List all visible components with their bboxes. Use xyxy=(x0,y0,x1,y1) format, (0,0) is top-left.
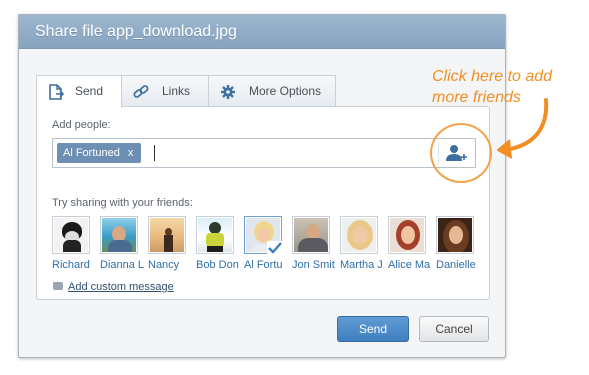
remove-recipient-button[interactable]: x xyxy=(128,147,134,159)
text-cursor xyxy=(154,145,155,161)
friend-name: Richard xyxy=(52,259,90,271)
friend-name: Alice Ma xyxy=(388,259,431,271)
highlight-circle xyxy=(430,123,492,183)
friend-avatar xyxy=(52,216,90,254)
gear-icon xyxy=(221,85,235,99)
friend-avatar xyxy=(196,216,234,254)
friend-avatar xyxy=(388,216,426,254)
friend-name: Jon Smit xyxy=(292,259,335,271)
friend-item[interactable]: Al Fortu xyxy=(244,216,290,271)
tab-more-options-label: More Options xyxy=(249,84,322,98)
friend-avatar xyxy=(340,216,378,254)
friend-name: Nancy xyxy=(148,259,180,271)
add-custom-message-link[interactable]: Add custom message xyxy=(53,281,174,293)
add-people-input[interactable]: Al Fortuned x xyxy=(52,138,476,168)
send-panel: Add people: Al Fortuned x Try sharing wit… xyxy=(36,106,490,300)
dialog-title: Share file app_download.jpg xyxy=(19,15,505,49)
friend-avatar xyxy=(100,216,138,254)
friend-name: Danielle xyxy=(436,259,476,271)
cancel-button[interactable]: Cancel xyxy=(419,316,489,342)
tab-send-label: Send xyxy=(75,84,104,98)
tab-links-label: Links xyxy=(162,84,191,98)
friend-item[interactable]: Martha J xyxy=(340,216,386,271)
friend-avatar xyxy=(244,216,283,255)
callout-arrow-icon xyxy=(497,98,549,159)
send-button[interactable]: Send xyxy=(337,316,409,342)
tab-more-options[interactable]: More Options xyxy=(208,75,336,107)
friend-avatar xyxy=(148,216,186,254)
friend-avatar xyxy=(292,216,330,254)
friend-name: Dianna L xyxy=(100,259,144,271)
friend-item[interactable]: Dianna L xyxy=(100,216,146,271)
speech-bubble-icon xyxy=(53,282,63,290)
checkmark-icon xyxy=(267,241,283,255)
document-send-icon xyxy=(49,84,65,100)
friend-avatar xyxy=(436,216,474,254)
recipient-chip-label: Al Fortuned xyxy=(63,147,120,159)
add-people-label: Add people: xyxy=(52,119,111,131)
friend-item[interactable]: Richard xyxy=(52,216,98,271)
friend-name: Al Fortu xyxy=(244,259,283,271)
recipient-chip[interactable]: Al Fortuned x xyxy=(57,143,142,163)
friend-item[interactable]: Danielle xyxy=(436,216,482,271)
add-custom-message-label: Add custom message xyxy=(68,281,174,293)
friend-name: Martha J xyxy=(340,259,383,271)
link-icon xyxy=(133,85,149,98)
try-sharing-label: Try sharing with your friends: xyxy=(52,197,193,209)
friend-item[interactable]: Bob Don xyxy=(196,216,242,271)
friend-item[interactable]: Alice Ma xyxy=(388,216,434,271)
friend-item[interactable]: Nancy xyxy=(148,216,194,271)
tab-send[interactable]: Send xyxy=(36,75,122,108)
friend-item[interactable]: Jon Smit xyxy=(292,216,338,271)
friend-name: Bob Don xyxy=(196,259,239,271)
callout-line-1: Click here to add xyxy=(432,68,553,85)
tab-links[interactable]: Links xyxy=(121,75,209,107)
